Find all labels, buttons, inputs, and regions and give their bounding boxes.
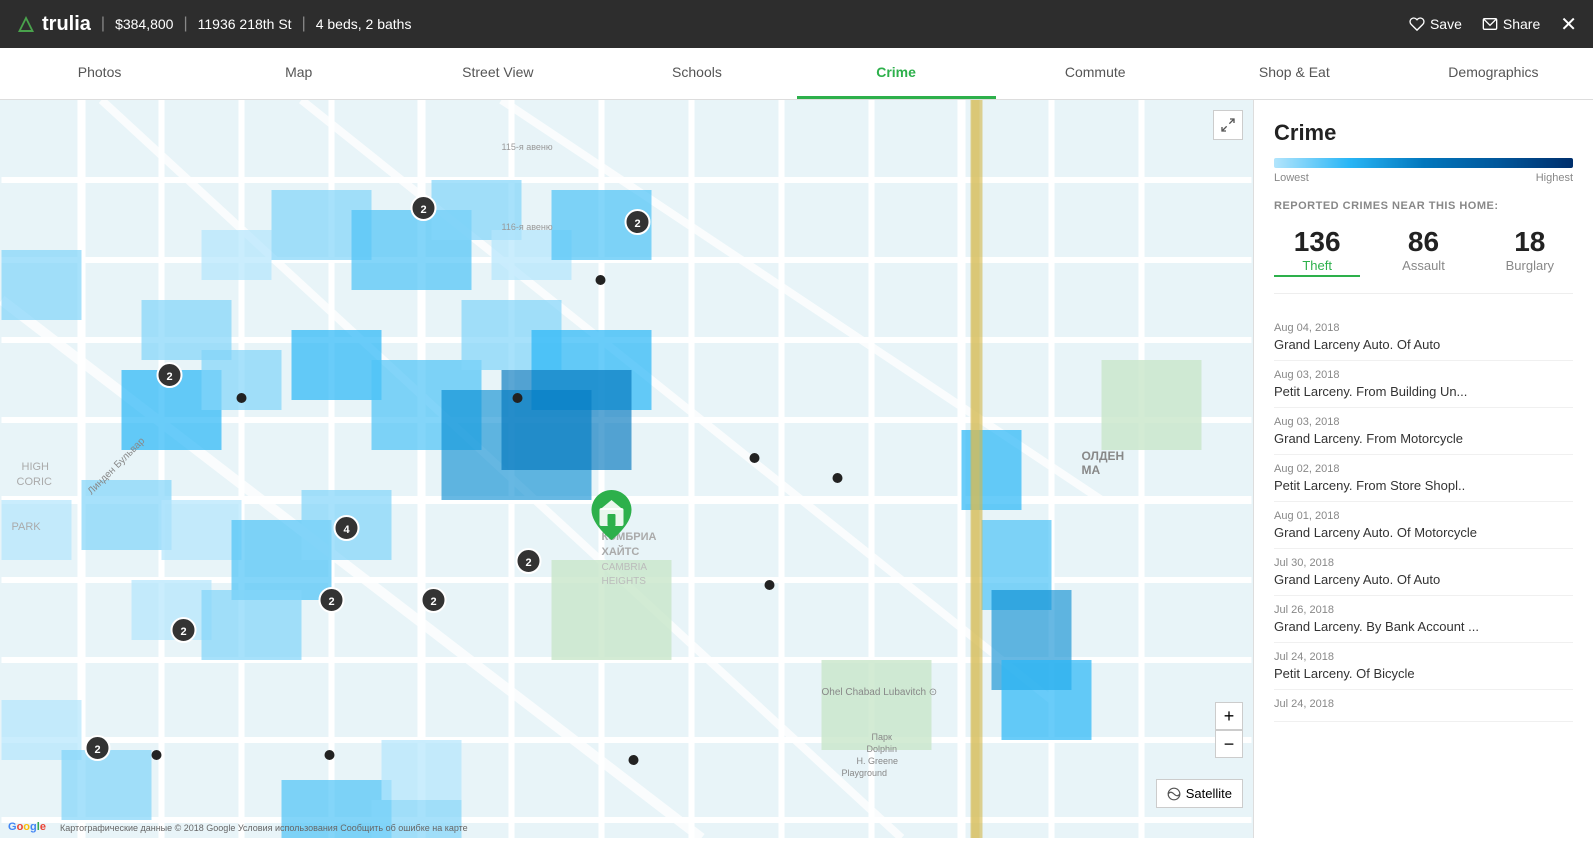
svg-text:Ohel Chabad Lubavitch ⊙: Ohel Chabad Lubavitch ⊙ xyxy=(822,687,938,698)
crime-log-item-1: Aug 03, 2018 Petit Larceny. From Buildin… xyxy=(1274,361,1573,408)
crime-log-desc-1: Petit Larceny. From Building Un... xyxy=(1274,384,1573,399)
panel-title: Crime xyxy=(1274,120,1573,146)
crime-log-date-4: Aug 01, 2018 xyxy=(1274,510,1573,522)
svg-text:Playground: Playground xyxy=(842,768,888,778)
svg-text:CAMBRIA: CAMBRIA xyxy=(602,562,648,573)
crime-log-item-5: Jul 30, 2018 Grand Larceny Auto. Of Auto xyxy=(1274,549,1573,596)
crime-stat-assault[interactable]: 86 Assault xyxy=(1380,226,1466,277)
crime-log-desc-0: Grand Larceny Auto. Of Auto xyxy=(1274,337,1573,352)
crime-log-item-8: Jul 24, 2018 xyxy=(1274,690,1573,722)
crime-stat-theft[interactable]: 136 Theft xyxy=(1274,226,1360,277)
svg-text:HEIGHTS: HEIGHTS xyxy=(602,576,647,587)
crime-log: Aug 04, 2018 Grand Larceny Auto. Of Auto… xyxy=(1274,314,1573,722)
main-content: Линден Бульвар 115-я авеню 116-я авеню К… xyxy=(0,100,1593,838)
svg-text:Dolphin: Dolphin xyxy=(867,744,898,754)
tab-photos[interactable]: Photos xyxy=(0,48,199,99)
crime-log-date-5: Jul 30, 2018 xyxy=(1274,557,1573,569)
tab-street-view[interactable]: Street View xyxy=(398,48,597,99)
fullscreen-button[interactable] xyxy=(1213,110,1243,140)
zoom-out-button[interactable]: − xyxy=(1215,730,1243,758)
svg-text:2: 2 xyxy=(525,557,531,569)
assault-label: Assault xyxy=(1380,258,1466,273)
svg-text:2: 2 xyxy=(94,744,100,756)
crime-log-date-6: Jul 26, 2018 xyxy=(1274,604,1573,616)
crime-log-item-4: Aug 01, 2018 Grand Larceny Auto. Of Moto… xyxy=(1274,502,1573,549)
property-beds: 4 beds, 2 baths xyxy=(316,16,412,32)
crime-stat-burglary[interactable]: 18 Burglary xyxy=(1487,226,1573,277)
svg-text:CORIC: CORIC xyxy=(17,476,53,488)
tab-shop-eat[interactable]: Shop & Eat xyxy=(1195,48,1394,99)
map-area[interactable]: Линден Бульвар 115-я авеню 116-я авеню К… xyxy=(0,100,1253,838)
crime-log-date-8: Jul 24, 2018 xyxy=(1274,698,1573,710)
tab-map[interactable]: Map xyxy=(199,48,398,99)
svg-text:2: 2 xyxy=(634,218,640,230)
svg-text:2: 2 xyxy=(328,596,334,608)
svg-text:ОЛДЕН: ОЛДЕН xyxy=(1082,449,1125,463)
svg-text:2: 2 xyxy=(180,626,186,638)
svg-text:116-я авеню: 116-я авеню xyxy=(502,222,553,232)
svg-text:115-я авеню: 115-я авеню xyxy=(502,142,553,152)
map-zoom-controls: + − xyxy=(1215,702,1243,758)
svg-text:2: 2 xyxy=(430,596,436,608)
nav-tabs: Photos Map Street View Schools Crime Com… xyxy=(0,48,1593,100)
svg-text:2: 2 xyxy=(166,371,172,383)
crime-log-desc-4: Grand Larceny Auto. Of Motorcycle xyxy=(1274,525,1573,540)
svg-text:МА: МА xyxy=(1082,463,1101,477)
theft-count: 136 xyxy=(1274,226,1360,258)
svg-text:PARK: PARK xyxy=(12,521,42,533)
crime-log-desc-2: Grand Larceny. From Motorcycle xyxy=(1274,431,1573,446)
property-price: $384,800 xyxy=(115,16,173,32)
share-button[interactable]: Share xyxy=(1482,16,1540,32)
right-panel: Crime Lowest Highest REPORTED CRIMES NEA… xyxy=(1253,100,1593,838)
tab-crime[interactable]: Crime xyxy=(797,48,996,99)
trulia-logo: trulia xyxy=(16,13,91,36)
crime-log-desc-3: Petit Larceny. From Store Shopl.. xyxy=(1274,478,1573,493)
svg-text:HIGH: HIGH xyxy=(22,461,50,473)
theft-label: Theft xyxy=(1274,258,1360,277)
zoom-in-button[interactable]: + xyxy=(1215,702,1243,730)
tab-schools[interactable]: Schools xyxy=(597,48,796,99)
crime-log-item-0: Aug 04, 2018 Grand Larceny Auto. Of Auto xyxy=(1274,314,1573,361)
crime-log-date-0: Aug 04, 2018 xyxy=(1274,322,1573,334)
reported-label: REPORTED CRIMES NEAR THIS HOME: xyxy=(1274,200,1573,212)
save-button[interactable]: Save xyxy=(1409,16,1462,32)
svg-text:H. Greene: H. Greene xyxy=(857,756,899,766)
svg-text:ХАЙТС: ХАЙТС xyxy=(602,545,640,558)
crime-log-item-3: Aug 02, 2018 Petit Larceny. From Store S… xyxy=(1274,455,1573,502)
crime-log-date-7: Jul 24, 2018 xyxy=(1274,651,1573,663)
crime-log-desc-7: Petit Larceny. Of Bicycle xyxy=(1274,666,1573,681)
map-attribution: Картографические данные © 2018 Google Ус… xyxy=(60,823,468,833)
tab-demographics[interactable]: Demographics xyxy=(1394,48,1593,99)
header-actions: Save Share ✕ xyxy=(1409,12,1577,37)
assault-count: 86 xyxy=(1380,226,1466,258)
satellite-button[interactable]: Satellite xyxy=(1156,779,1243,808)
header: trulia | $384,800 | 11936 218th St | 4 b… xyxy=(0,0,1593,48)
logo-text: trulia xyxy=(42,13,91,36)
svg-text:4: 4 xyxy=(343,524,350,536)
crime-log-date-3: Aug 02, 2018 xyxy=(1274,463,1573,475)
crime-legend: Lowest Highest xyxy=(1274,172,1573,184)
crime-log-date-2: Aug 03, 2018 xyxy=(1274,416,1573,428)
property-address: 11936 218th St xyxy=(198,16,292,32)
tab-commute[interactable]: Commute xyxy=(996,48,1195,99)
crime-log-desc-6: Grand Larceny. By Bank Account ... xyxy=(1274,619,1573,634)
crime-gradient-bar xyxy=(1274,158,1573,168)
legend-lowest: Lowest xyxy=(1274,172,1309,184)
crime-log-date-1: Aug 03, 2018 xyxy=(1274,369,1573,381)
crime-log-item-6: Jul 26, 2018 Grand Larceny. By Bank Acco… xyxy=(1274,596,1573,643)
crime-stats: 136 Theft 86 Assault 18 Burglary xyxy=(1274,226,1573,294)
crime-log-item-7: Jul 24, 2018 Petit Larceny. Of Bicycle xyxy=(1274,643,1573,690)
google-logo: Google xyxy=(8,821,46,833)
map-svg: Линден Бульвар 115-я авеню 116-я авеню К… xyxy=(0,100,1253,838)
burglary-count: 18 xyxy=(1487,226,1573,258)
crime-log-desc-5: Grand Larceny Auto. Of Auto xyxy=(1274,572,1573,587)
crime-log-item-2: Aug 03, 2018 Grand Larceny. From Motorcy… xyxy=(1274,408,1573,455)
burglary-label: Burglary xyxy=(1487,258,1573,273)
svg-text:2: 2 xyxy=(420,204,426,216)
legend-highest: Highest xyxy=(1536,172,1573,184)
close-button[interactable]: ✕ xyxy=(1560,12,1577,37)
svg-text:Парк: Парк xyxy=(872,732,892,742)
